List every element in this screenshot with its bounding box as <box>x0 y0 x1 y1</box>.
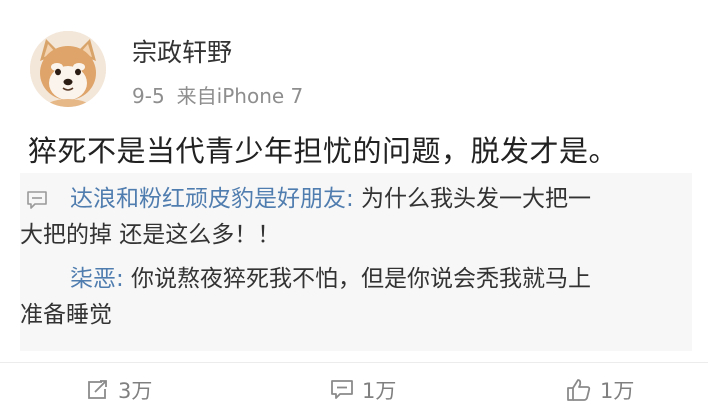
comment-bubble-icon <box>26 190 48 214</box>
comment-text: 为什么我头发一大把一 <box>353 186 592 212</box>
comment-separator: : <box>116 266 124 292</box>
comment-author[interactable]: 柒恶 <box>70 266 116 292</box>
comment-separator: : <box>346 186 354 212</box>
comment-text-continued: 大把的掉 还是这么多！！ <box>20 222 281 248</box>
comment-line: 达浪和粉红顽皮豹是好朋友: 为什么我头发一大把一 <box>70 181 695 217</box>
post-time: 9-5 <box>132 84 165 108</box>
action-bar: 3万 1万 1万 <box>0 362 708 405</box>
repost-button[interactable]: 3万 <box>86 375 152 405</box>
post-source: 来自iPhone 7 <box>176 84 304 108</box>
repost-count: 3万 <box>118 379 153 403</box>
post-username[interactable]: 宗政轩野 <box>132 33 232 69</box>
comment-icon <box>331 380 353 399</box>
comment-text-continued: 准备睡觉 <box>20 302 112 328</box>
comment-item: 柒恶: 你说熬夜猝死我不怕，但是你说会秃我就马上 准备睡觉 <box>20 261 695 333</box>
repost-icon <box>88 380 107 399</box>
weibo-post-card: 宗政轩野 9-5 来自iPhone 7 猝死不是当代青少年担忧的问题，脱发才是。 … <box>0 0 708 405</box>
post-text: 猝死不是当代青少年担忧的问题，脱发才是。 <box>28 134 619 168</box>
thumbs-up-icon <box>567 379 591 401</box>
comment-text: 你说熬夜猝死我不怕，但是你说会秃我就马上 <box>123 266 592 292</box>
like-button[interactable]: 1万 <box>566 375 634 405</box>
comment-author[interactable]: 达浪和粉红顽皮豹是好朋友 <box>70 186 346 212</box>
comments-box: 达浪和粉红顽皮豹是好朋友: 为什么我头发一大把一 大把的掉 还是这么多！！ 柒恶… <box>20 173 692 351</box>
comment-item: 达浪和粉红顽皮豹是好朋友: 为什么我头发一大把一 大把的掉 还是这么多！！ <box>20 181 695 253</box>
comment-button[interactable]: 1万 <box>330 375 396 405</box>
post-meta: 9-5 来自iPhone 7 <box>132 80 303 109</box>
comment-line: 柒恶: 你说熬夜猝死我不怕，但是你说会秃我就马上 <box>70 261 695 297</box>
comment-count: 1万 <box>362 379 397 403</box>
like-count: 1万 <box>600 379 635 403</box>
shiba-dog-icon <box>30 31 106 107</box>
avatar[interactable] <box>30 31 106 107</box>
